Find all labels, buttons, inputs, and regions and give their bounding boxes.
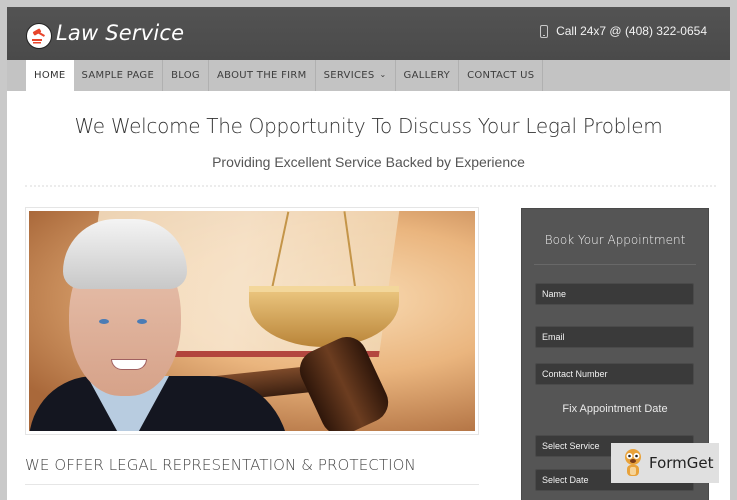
formget-text: FormGet [649, 454, 714, 472]
select-date-label: Select Date [542, 475, 589, 485]
smile-shape [111, 359, 147, 370]
nav-item-contact-us[interactable]: CONTACT US [459, 60, 544, 91]
contact-number-field[interactable]: Contact Number [535, 363, 694, 385]
formget-mascot-icon [625, 449, 641, 476]
page-subheadline: Providing Excellent Service Backed by Ex… [212, 154, 525, 170]
phone-contact: Call 24x7 @ (408) 322-0654 [540, 24, 707, 38]
chevron-down-icon: ⌄ [379, 70, 387, 79]
hero-image [25, 207, 479, 435]
appointment-title: Book Your Appointment [544, 233, 686, 247]
nav-item-home[interactable]: HOME [26, 60, 74, 91]
select-service-label: Select Service [542, 441, 600, 451]
main-nav: HOME SAMPLE PAGE BLOG ABOUT THE FIRM SER… [7, 60, 730, 91]
eye-shape [99, 319, 109, 324]
nav-item-gallery[interactable]: GALLERY [396, 60, 460, 91]
divider [25, 484, 479, 485]
divider [25, 185, 716, 187]
nav-item-services[interactable]: SERVICES ⌄ [316, 60, 396, 91]
mobile-phone-icon [540, 24, 549, 38]
nav-item-blog[interactable]: BLOG [163, 60, 209, 91]
divider [534, 264, 696, 265]
gavel-icon[interactable] [26, 23, 52, 49]
page-headline: We Welcome The Opportunity To Discuss Yo… [74, 114, 663, 138]
nav-item-sample-page[interactable]: SAMPLE PAGE [74, 60, 164, 91]
nav-item-services-label: SERVICES [323, 70, 375, 81]
name-field[interactable]: Name [535, 283, 694, 305]
section-title: WE OFFER LEGAL REPRESENTATION & PROTECTI… [25, 456, 416, 474]
phone-text: Call 24x7 @ (408) 322-0654 [556, 24, 707, 38]
eye-shape [137, 319, 147, 324]
date-heading: Fix Appointment Date [562, 403, 668, 415]
site-header: Law Service Call 24x7 @ (408) 322-0654 [7, 7, 730, 60]
nav-item-about-the-firm[interactable]: ABOUT THE FIRM [209, 60, 316, 91]
formget-watermark: FormGet [611, 443, 719, 483]
page-frame: Law Service Call 24x7 @ (408) 322-0654 H… [7, 7, 730, 500]
site-title[interactable]: Law Service [56, 21, 184, 45]
email-field[interactable]: Email [535, 326, 694, 348]
lawyer-photo [29, 211, 475, 431]
